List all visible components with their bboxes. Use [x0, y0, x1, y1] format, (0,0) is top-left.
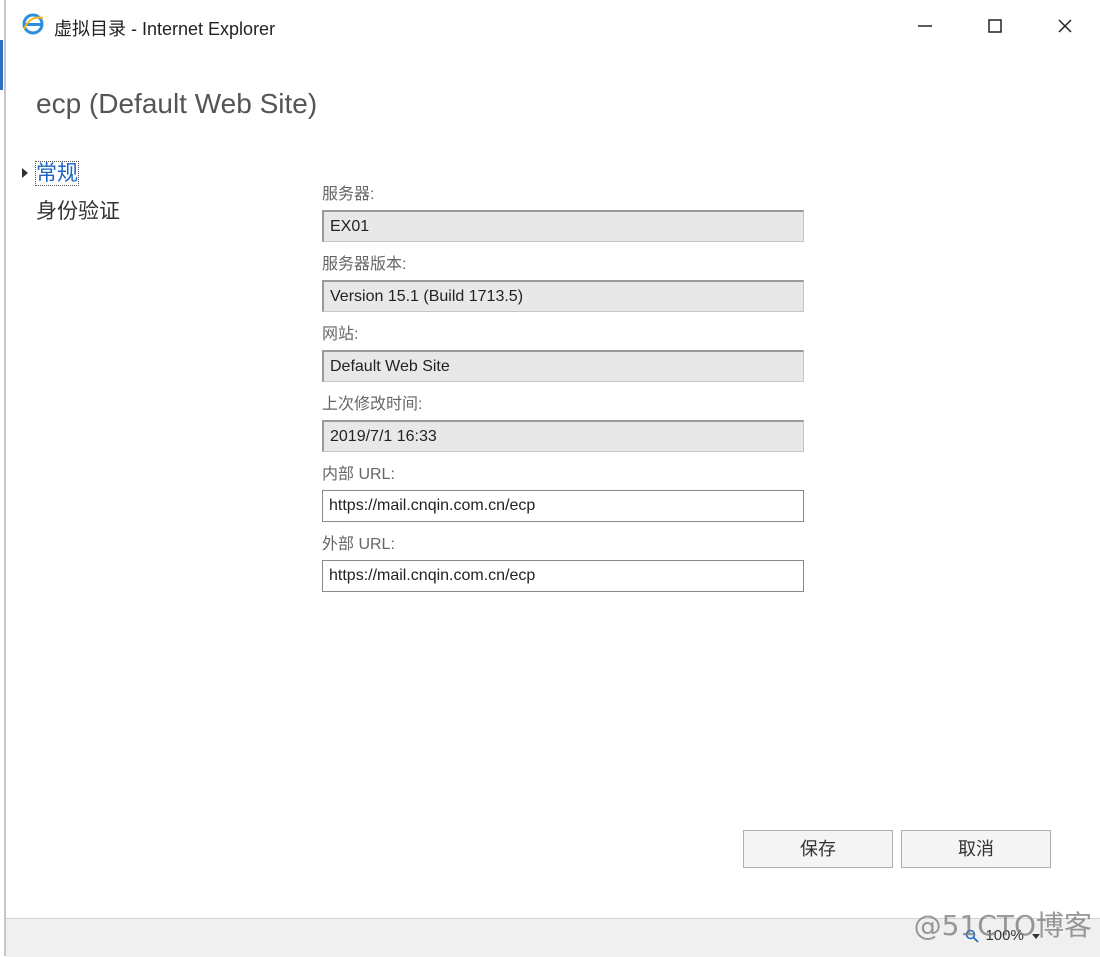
window-edge-accent	[0, 40, 3, 90]
server-version-label: 服务器版本:	[322, 256, 407, 273]
nav-item-general-label: 常规	[35, 161, 79, 186]
last-modified-value: 2019/7/1 16:33	[322, 420, 804, 452]
server-label: 服务器:	[322, 186, 375, 203]
watermark: @51CTO博客	[913, 909, 1092, 942]
internal-url-input[interactable]	[322, 490, 804, 522]
nav-item-general[interactable]: 常规	[22, 155, 120, 193]
internet-explorer-icon	[22, 13, 44, 35]
cancel-button[interactable]: 取消	[901, 830, 1051, 868]
page-title: ecp (Default Web Site)	[36, 88, 318, 119]
minimize-icon	[918, 25, 932, 27]
caret-right-icon	[22, 168, 28, 178]
close-button[interactable]	[1030, 0, 1100, 52]
minimize-button[interactable]	[890, 0, 960, 52]
server-version-value: Version 15.1 (Build 1713.5)	[322, 280, 804, 312]
nav-item-authentication-label: 身份验证	[36, 200, 120, 223]
window-left-edge	[0, 0, 6, 956]
maximize-icon	[988, 19, 1002, 33]
close-icon	[1058, 19, 1072, 33]
last-modified-label: 上次修改时间:	[322, 396, 423, 413]
server-value: EX01	[322, 210, 804, 242]
external-url-label: 外部 URL:	[322, 536, 395, 553]
save-button[interactable]: 保存	[743, 830, 893, 868]
window-title: 虚拟目录 - Internet Explorer	[54, 19, 276, 39]
nav-item-authentication[interactable]: 身份验证	[22, 193, 120, 231]
properties-form: 服务器: EX01 服务器版本: Version 15.1 (Build 171…	[322, 180, 806, 600]
maximize-button[interactable]	[960, 0, 1030, 52]
external-url-input[interactable]	[322, 560, 804, 592]
website-value: Default Web Site	[322, 350, 804, 382]
internal-url-label: 内部 URL:	[322, 466, 395, 483]
website-label: 网站:	[322, 326, 359, 343]
side-navigation: 常规 身份验证	[22, 155, 120, 231]
title-bar: 虚拟目录 - Internet Explorer	[6, 0, 1100, 52]
